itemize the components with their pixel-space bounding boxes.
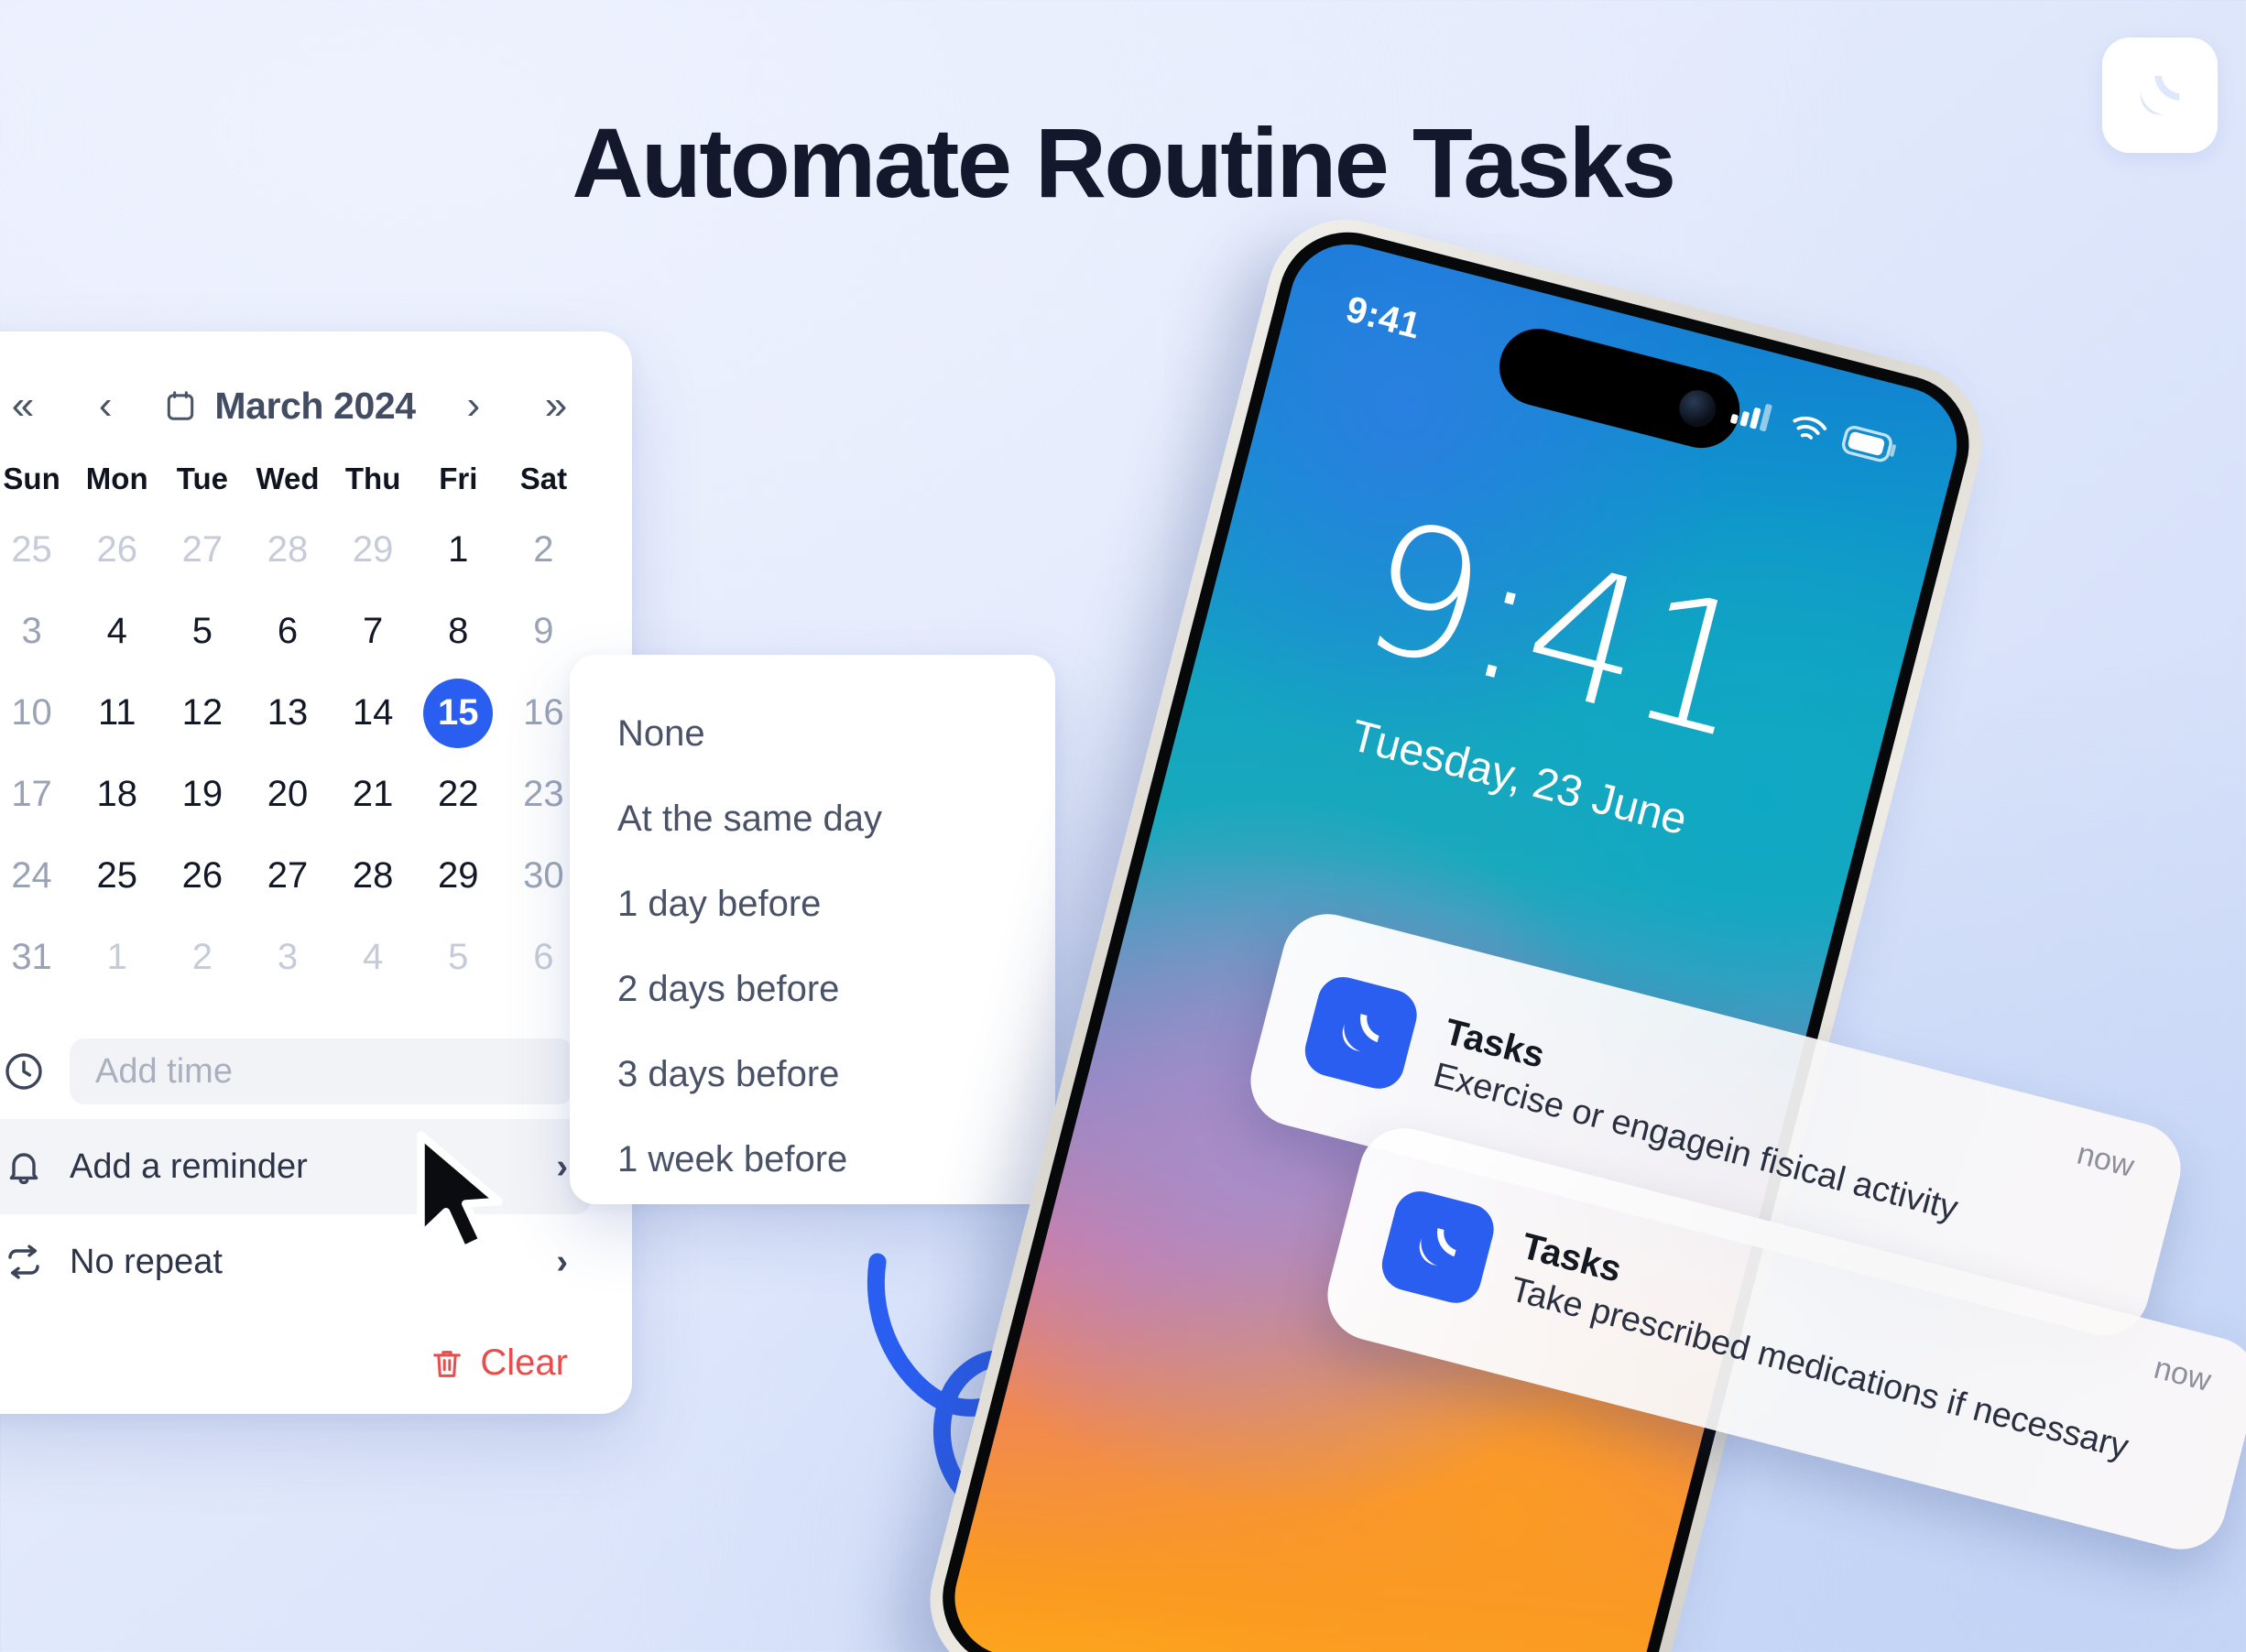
weekday-header-row: Sun Mon Tue Wed Thu Fri Sat	[0, 462, 592, 496]
calendar-day-cell[interactable]: 5	[416, 917, 501, 998]
calendar-day-cell[interactable]: 29	[331, 509, 416, 591]
calendar-day-cell[interactable]: 4	[331, 917, 416, 998]
bell-icon	[9, 1153, 38, 1185]
mouse-cursor-icon	[417, 1131, 503, 1254]
weekday-label-tue: Tue	[176, 462, 228, 495]
calendar-day-cell[interactable]: 5	[159, 591, 245, 672]
add-time-row[interactable]: Add time	[0, 1024, 592, 1119]
reminder-option-at-the-same-day[interactable]: At the same day	[570, 777, 1055, 862]
reminder-option-3-days-before[interactable]: 3 days before	[570, 1032, 1055, 1117]
calendar-day-cell[interactable]: 25	[74, 835, 159, 917]
next-month-button[interactable]: ›	[449, 386, 498, 426]
tasks-wave-glyph-icon	[1419, 1228, 1456, 1266]
calendar-day-cell[interactable]: 12	[159, 672, 245, 754]
calendar-day-cell[interactable]: 28	[331, 835, 416, 917]
tasks-app-icon	[1299, 971, 1423, 1094]
calendar-day-cell[interactable]: 28	[245, 509, 330, 591]
battery-icon	[1842, 425, 1897, 462]
calendar-day-cell[interactable]: 29	[416, 835, 501, 917]
calendar-day-cell[interactable]: 1	[416, 509, 501, 591]
calendar-day-cell[interactable]: 20	[245, 754, 330, 835]
weekday-label-thu: Thu	[344, 462, 401, 495]
calendar-header: « ‹ March 2024 › »	[0, 372, 592, 440]
calendar-title-group[interactable]: March 2024	[163, 384, 416, 428]
tasks-wave-glyph-icon	[1342, 1014, 1379, 1052]
reminder-option-none[interactable]: None	[570, 691, 1055, 777]
calendar-day-cell[interactable]: 9	[501, 591, 586, 672]
reminder-option-2-days-before[interactable]: 2 days before	[570, 947, 1055, 1032]
reminder-option-1-day-before[interactable]: 1 day before	[570, 862, 1055, 947]
prev-month-button[interactable]: ‹	[81, 386, 130, 426]
calendar-day-cell[interactable]: 14	[331, 672, 416, 754]
weekday-label-sun: Sun	[3, 462, 60, 495]
clear-button[interactable]: Clear	[0, 1310, 592, 1384]
add-time-input[interactable]: Add time	[70, 1038, 573, 1104]
trash-icon	[433, 1350, 462, 1377]
calendar-day-cell[interactable]: 25	[0, 509, 74, 591]
weekday-label-mon: Mon	[85, 462, 148, 495]
calendar-day-cell[interactable]: 17	[0, 754, 74, 835]
cellular-signal-icon	[1730, 403, 1772, 431]
date-picker-card: « ‹ March 2024 › » Sun Mon Tue Wed Thu Fri Sat…	[0, 331, 632, 1414]
calendar-day-cell[interactable]: 24	[0, 835, 74, 917]
calendar-day-cell[interactable]: 26	[74, 509, 159, 591]
calendar-day-cell[interactable]: 31	[0, 917, 74, 998]
repeat-icon	[8, 1244, 39, 1279]
weekday-label-sat: Sat	[519, 462, 568, 495]
calendar-day-cell[interactable]: 11	[74, 672, 159, 754]
calendar-day-cell[interactable]: 27	[159, 509, 245, 591]
weekday-label-wed: Wed	[256, 462, 320, 495]
calendar-day-cell[interactable]: 26	[159, 835, 245, 917]
reminder-option-1-week-before[interactable]: 1 week before	[570, 1117, 1055, 1202]
calendar-day-cell[interactable]: 8	[416, 591, 501, 672]
next-year-button[interactable]: »	[531, 386, 581, 426]
reminder-dropdown-menu: None At the same day 1 day before 2 days be…	[570, 655, 1055, 1204]
calendar-day-cell[interactable]: 21	[331, 754, 416, 835]
calendar-day-cell[interactable]: 3	[0, 591, 74, 672]
clear-label: Clear	[480, 1342, 568, 1383]
selected-day-badge: 15	[423, 678, 494, 748]
calendar-day-cell[interactable]: 18	[74, 754, 159, 835]
calendar-day-cell[interactable]: 6	[245, 591, 330, 672]
calendar-day-cell[interactable]: 7	[331, 591, 416, 672]
calendar-day-cell[interactable]: 19	[159, 754, 245, 835]
calendar-day-cell[interactable]: 13	[245, 672, 330, 754]
weekday-label-fri: Fri	[439, 462, 478, 495]
prev-year-button[interactable]: «	[0, 386, 48, 426]
calendar-day-cell[interactable]: 4	[74, 591, 159, 672]
calendar-icon	[168, 391, 194, 420]
clock-icon	[5, 1053, 42, 1090]
calendar-month-year-label: March 2024	[214, 384, 416, 427]
calendar-day-cell[interactable]: 22	[416, 754, 501, 835]
calendar-day-cell[interactable]: 2	[501, 509, 586, 591]
calendar-day-cell[interactable]: 10	[0, 672, 74, 754]
repeat-chevron-icon: ›	[556, 1242, 568, 1281]
wifi-icon	[1793, 416, 1827, 440]
calendar-day-cell[interactable]: 2	[159, 917, 245, 998]
calendar-days-grid: 25 26 27 28 29 1 2 3 4 5 6 7 8 9 10 11 12 13 14 15 16 17 18 19 2…	[0, 509, 592, 998]
calendar-day-cell[interactable]: 15	[416, 672, 501, 754]
calendar-day-cell[interactable]: 27	[245, 835, 330, 917]
calendar-day-cell[interactable]: 3	[245, 917, 330, 998]
calendar-day-cell[interactable]: 1	[74, 917, 159, 998]
page-title: Automate Routine Tasks	[572, 107, 1676, 218]
tasks-app-icon	[1376, 1185, 1499, 1309]
